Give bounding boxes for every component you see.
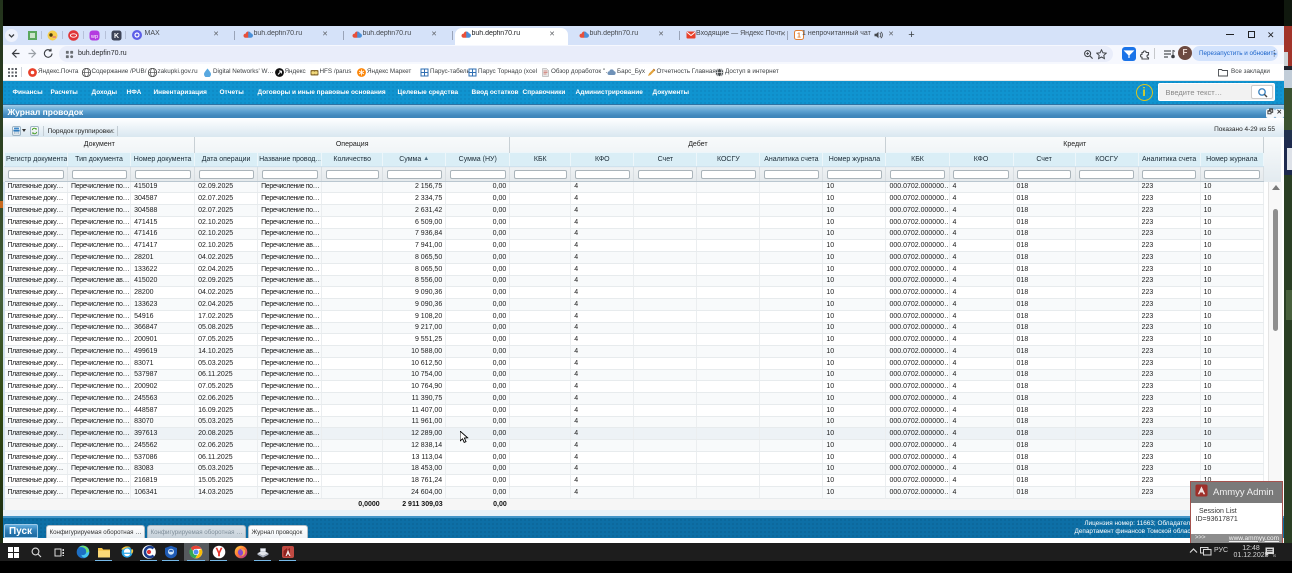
svg-text:wp: wp [90, 33, 98, 39]
svg-text:76: 76 [1272, 552, 1276, 556]
svg-text:1: 1 [797, 32, 801, 39]
svg-text:K: K [114, 33, 119, 40]
